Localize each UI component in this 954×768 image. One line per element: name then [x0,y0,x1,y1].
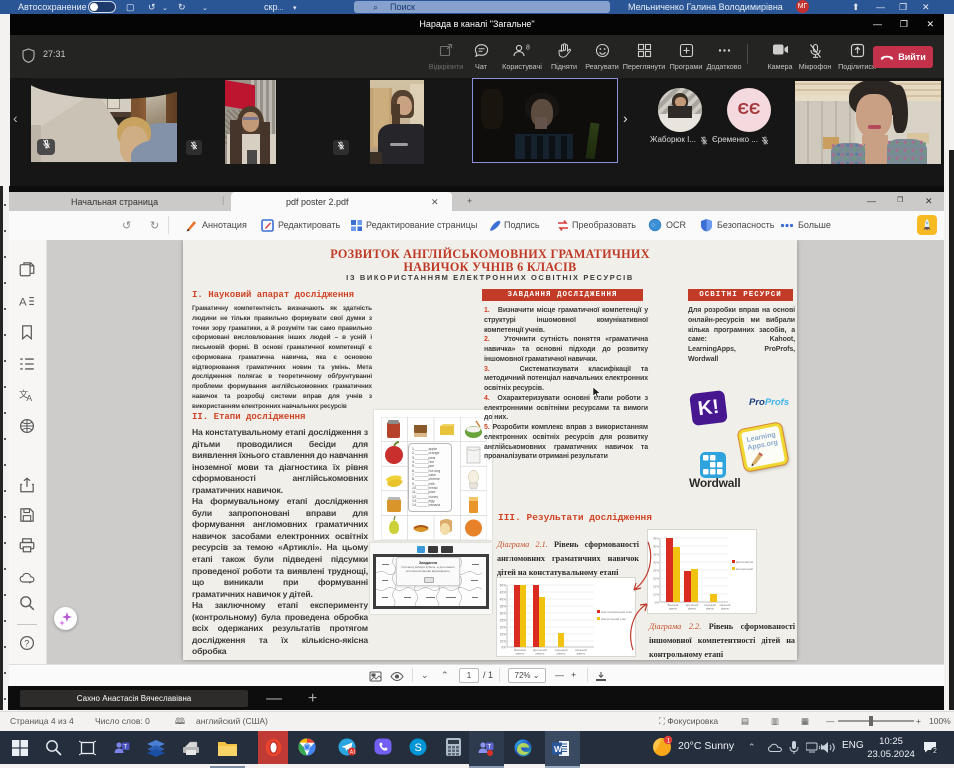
svg-text:45%: 45% [653,537,659,541]
svg-text:20%: 20% [500,626,507,630]
svg-text:A: A [26,393,32,403]
svg-text:10%: 10% [653,593,659,597]
svg-text:35%: 35% [653,553,659,557]
svg-text:A1: A1 [350,750,356,756]
svg-text:40%: 40% [653,545,659,549]
svg-text:2: 2 [933,748,937,754]
svg-text:Контрольний етап: Контрольний етап [601,617,626,621]
svg-text:рівень: рівень [557,652,566,656]
svg-text:?: ? [24,638,29,648]
svg-text:25%: 25% [500,619,507,623]
svg-text:Контрольний: Контрольний [736,567,753,571]
svg-text:рівень: рівень [688,607,697,611]
svg-text:T: T [124,745,128,751]
svg-text:⁘: ⁘ [650,223,656,230]
svg-text:20%: 20% [653,577,659,581]
svg-text:рівень: рівень [577,652,586,656]
svg-text:S: S [415,742,422,754]
svg-text:25%: 25% [653,569,659,573]
svg-text:T: T [488,745,492,751]
svg-text:A: A [19,297,27,309]
svg-text:15%: 15% [653,585,659,589]
svg-text:W: W [554,744,563,754]
svg-text:30%: 30% [500,612,507,616]
svg-text:10%: 10% [500,640,507,644]
svg-text:Достатній рів.: Достатній рів. [736,560,754,564]
svg-text:40%: 40% [500,598,507,602]
svg-text:35%: 35% [500,605,507,609]
svg-text:8: 8 [526,45,530,52]
svg-text:рівень: рівень [516,652,525,656]
svg-text:50%: 50% [500,584,507,588]
svg-text:0%: 0% [655,601,660,605]
svg-text:0%: 0% [501,646,506,650]
svg-text:1: 1 [667,737,671,744]
svg-text:рівень: рівень [721,607,730,611]
svg-text:рівень: рівень [669,607,678,611]
svg-text:рівень: рівень [706,607,715,611]
svg-text:30%: 30% [653,561,659,565]
svg-text:Констатувальний етап: Констатувальний етап [601,610,632,614]
svg-text:15%: 15% [500,633,507,637]
svg-text:45%: 45% [500,591,507,595]
svg-text:рівень: рівень [536,652,545,656]
